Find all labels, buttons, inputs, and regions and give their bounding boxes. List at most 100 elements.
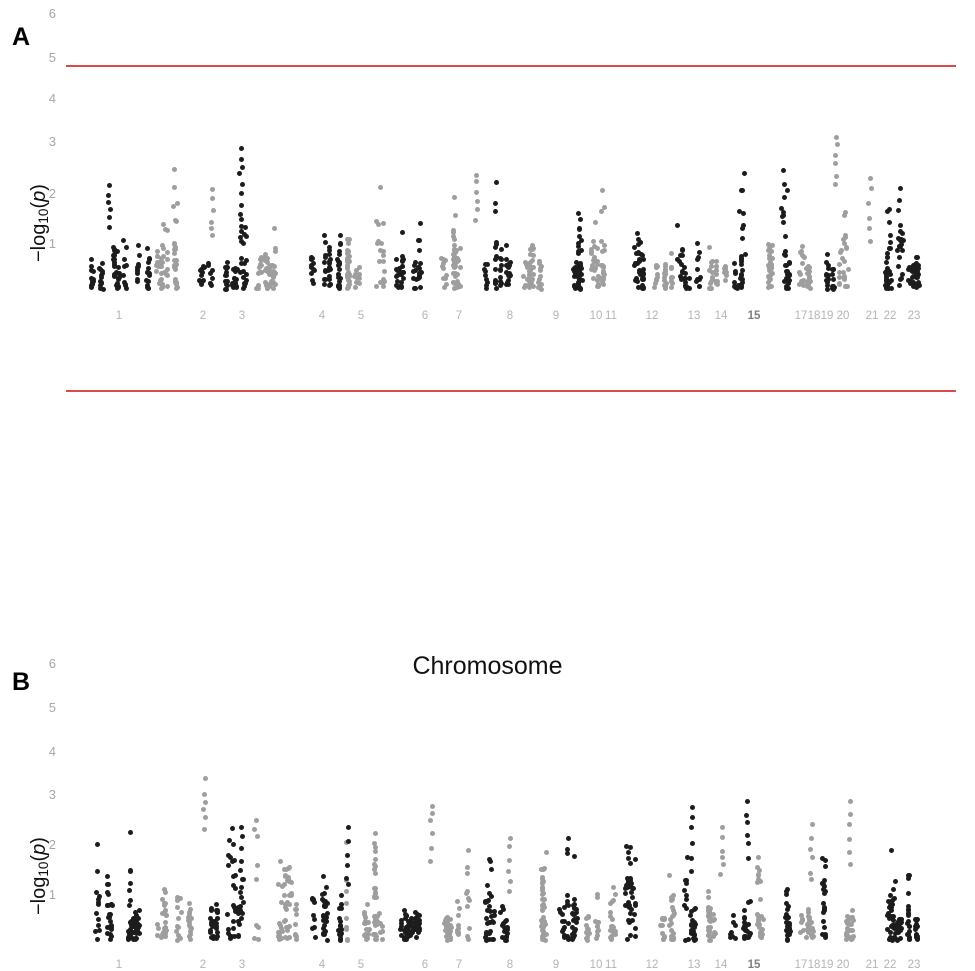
data-point <box>723 278 729 284</box>
data-point <box>211 918 217 924</box>
y-tick-label: 1 <box>48 236 56 251</box>
data-point <box>688 855 694 861</box>
data-point <box>121 273 127 279</box>
data-point <box>408 922 414 928</box>
data-point <box>335 272 341 278</box>
data-point <box>95 922 101 928</box>
data-point <box>135 278 141 284</box>
data-point <box>202 827 208 833</box>
x-tick-label-chr-2: 2 <box>199 310 207 322</box>
panel-a-letter: A <box>12 23 31 51</box>
data-point <box>733 270 739 276</box>
data-point <box>273 249 279 255</box>
data-point <box>95 937 101 943</box>
data-point <box>322 898 328 904</box>
data-point <box>97 894 103 900</box>
data-point <box>239 833 245 839</box>
data-point <box>744 935 750 941</box>
data-point <box>539 885 545 891</box>
data-point <box>400 257 406 263</box>
data-point <box>896 264 902 270</box>
data-point <box>254 834 260 840</box>
data-point <box>311 281 317 287</box>
data-point <box>824 286 830 292</box>
data-point <box>172 167 178 173</box>
data-point <box>365 931 371 937</box>
data-point <box>560 918 566 924</box>
data-point <box>322 252 328 258</box>
data-point <box>337 241 343 247</box>
data-point <box>165 257 171 263</box>
data-point <box>600 275 606 281</box>
data-point <box>343 916 349 922</box>
data-point <box>756 854 762 860</box>
data-point <box>465 903 471 909</box>
x-tick-label-chr-19: 19 <box>820 310 834 322</box>
data-point <box>400 263 406 269</box>
panel-a: A −log10(p) 1 2 3 4 5 6 1 2 3 4 5 6 7 8 9 10 11 12 13 14 15 1… <box>0 0 975 330</box>
data-point <box>896 283 902 289</box>
data-point <box>784 886 790 892</box>
data-point <box>507 878 513 884</box>
data-point <box>916 271 922 277</box>
data-point <box>576 286 582 292</box>
data-point <box>885 912 891 918</box>
data-point <box>543 850 549 856</box>
x-tick-label-chr-9: 9 <box>552 310 560 322</box>
data-point <box>312 924 318 930</box>
data-point <box>292 921 298 927</box>
x-tick-label-chr-20: 20 <box>836 959 850 971</box>
data-point <box>601 205 607 211</box>
y-tick-label: 5 <box>48 50 56 65</box>
data-point <box>720 861 726 867</box>
data-point <box>798 279 804 285</box>
panel-a-significance-line <box>66 64 956 67</box>
x-tick-label-chr-23: 23 <box>907 310 921 322</box>
data-point <box>144 246 150 252</box>
data-point <box>271 226 277 232</box>
data-point <box>785 903 791 909</box>
data-point <box>174 286 180 292</box>
data-point <box>845 266 851 272</box>
data-point <box>474 198 480 204</box>
x-tick-label-chr-11: 11 <box>605 959 617 971</box>
data-point <box>325 937 331 943</box>
data-point <box>174 905 180 911</box>
data-point <box>593 265 599 271</box>
data-point <box>89 257 95 263</box>
data-point <box>134 271 140 277</box>
data-point <box>744 799 750 804</box>
data-point <box>506 889 512 895</box>
data-point <box>768 263 774 269</box>
data-point <box>629 918 635 924</box>
data-point <box>106 183 112 189</box>
data-point <box>364 901 370 907</box>
data-point <box>374 284 380 290</box>
data-point <box>809 934 815 940</box>
data-point <box>806 906 812 912</box>
data-point <box>633 857 639 863</box>
data-point <box>770 255 776 261</box>
data-point <box>574 920 580 926</box>
data-point <box>429 846 435 852</box>
data-point <box>464 864 470 870</box>
data-point <box>209 220 215 226</box>
data-point <box>160 245 166 251</box>
data-point <box>688 868 694 874</box>
data-point <box>786 922 792 928</box>
x-tick-label-chr-13: 13 <box>687 310 701 322</box>
x-tick-label-chr-15: 15 <box>747 959 761 971</box>
data-point <box>757 896 763 902</box>
data-point <box>594 277 600 283</box>
data-point <box>705 894 711 900</box>
data-point <box>652 281 658 287</box>
data-point <box>378 929 384 935</box>
data-point <box>400 269 406 275</box>
data-point <box>867 216 873 222</box>
data-point <box>243 272 249 278</box>
data-point <box>669 904 675 910</box>
data-point <box>608 936 614 942</box>
x-tick-label-chr-13: 13 <box>687 959 701 971</box>
x-tick-label-chr-22: 22 <box>883 310 897 322</box>
data-point <box>417 285 423 290</box>
